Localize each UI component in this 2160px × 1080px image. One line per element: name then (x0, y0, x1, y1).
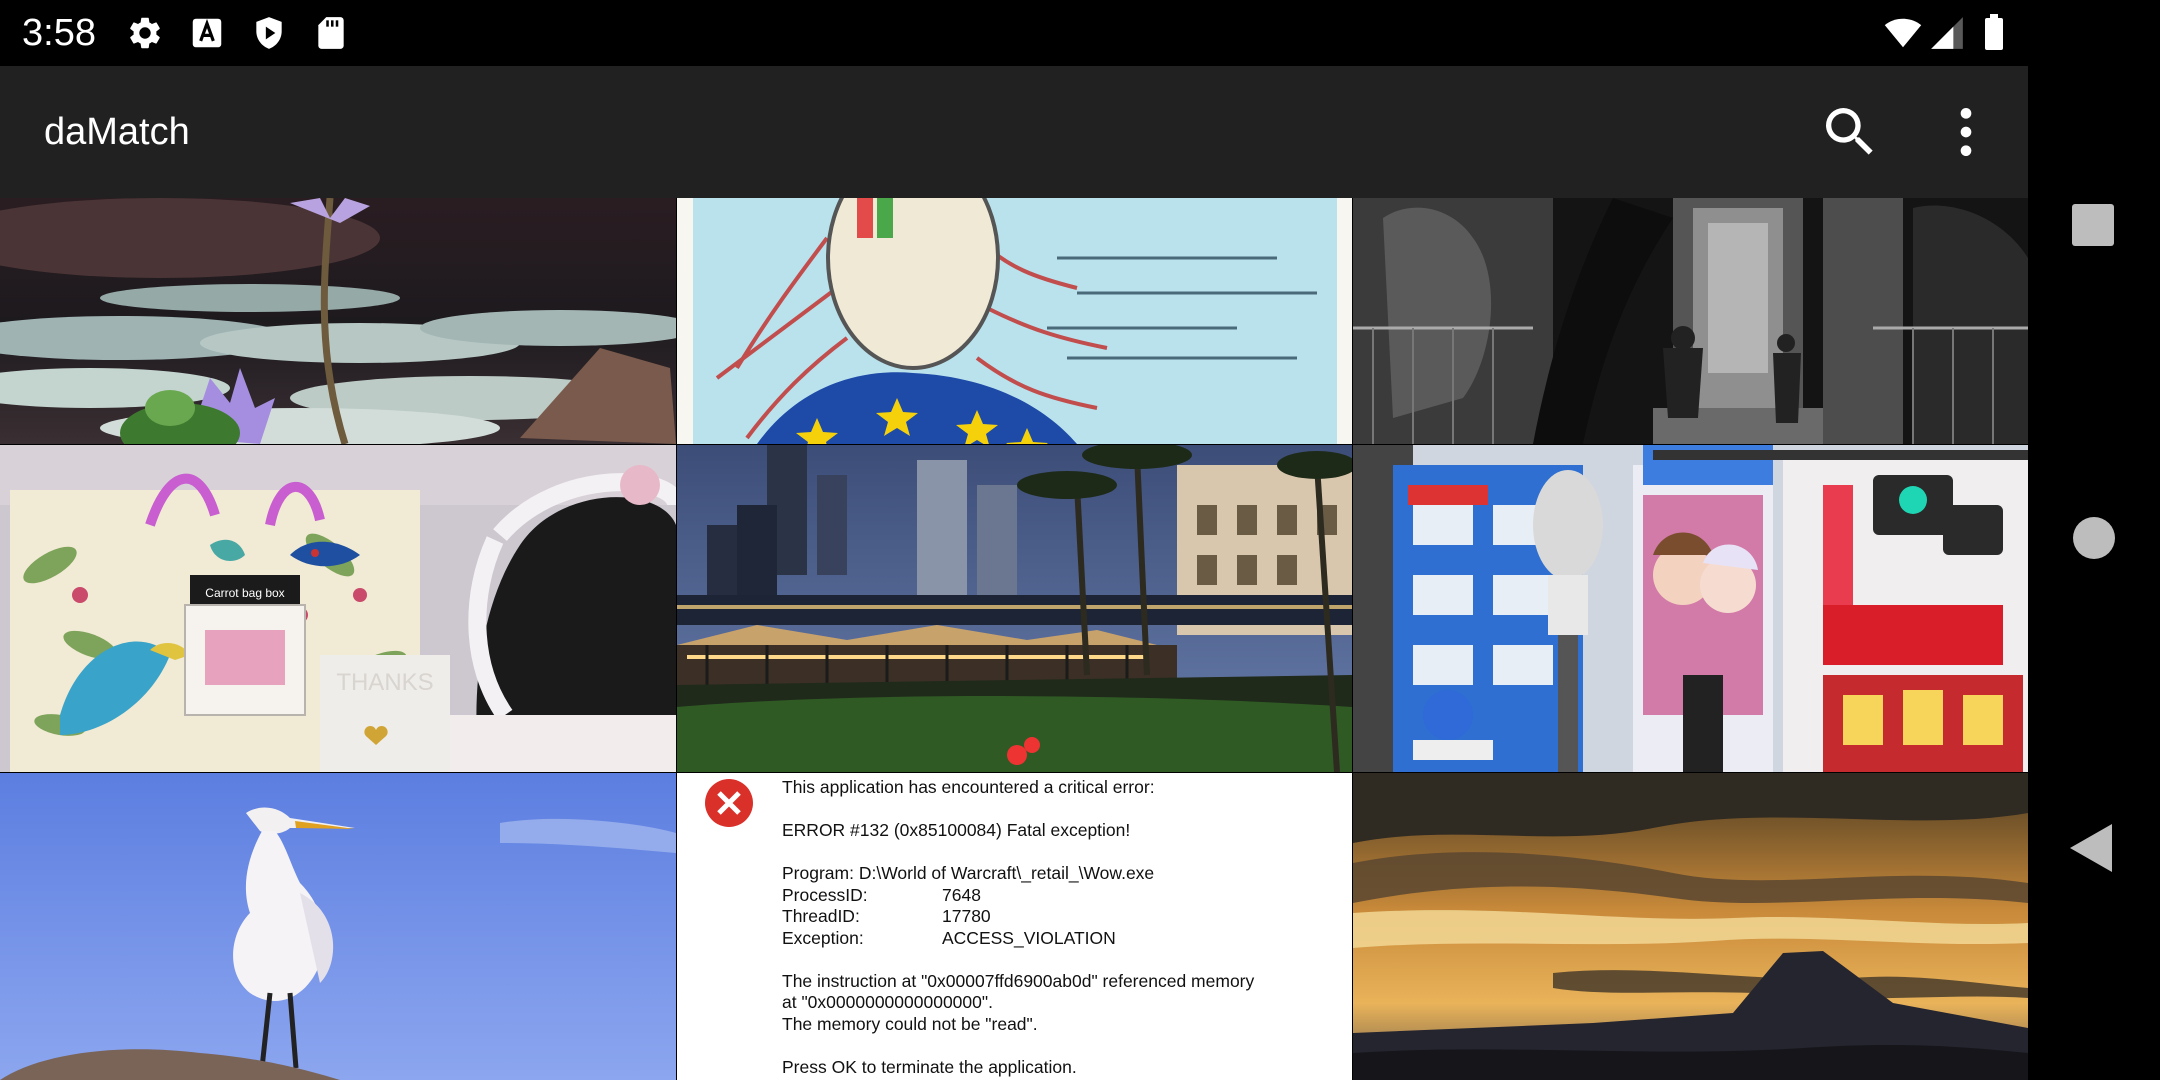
back-triangle-icon[interactable] (2068, 822, 2114, 874)
status-time: 3:58 (22, 12, 96, 54)
error-instruction-1: The instruction at "0x00007ffd6900ab0d" … (782, 970, 1255, 991)
app-bar: daMatch (0, 66, 2028, 198)
thanks-card-label: THANKS (336, 669, 433, 696)
error-x-icon (704, 778, 754, 828)
error-instruction-2: at "0x0000000000000000". (782, 992, 993, 1012)
battery-icon (1976, 14, 2012, 52)
gift-card-label: Carrot bag box (205, 586, 284, 600)
grid-tile-night-city[interactable] (677, 445, 1352, 772)
search-icon[interactable] (1818, 100, 1882, 164)
grid-tile-gift-bag[interactable]: Carrot bag box THANKS (0, 445, 676, 772)
grid-tile-mountain-sunset[interactable] (1353, 773, 2028, 1080)
overflow-menu-icon[interactable] (1934, 100, 1998, 164)
error-process-label: ProcessID: (782, 884, 868, 905)
error-footer: Press OK to terminate the application. (782, 1056, 1077, 1077)
screen: 3:58 daMatch Carrot bag box THANKS This … (0, 0, 2160, 1080)
error-instruction-3: The memory could not be "read". (782, 1013, 1038, 1034)
gear-icon (126, 14, 164, 52)
error-process-row: ProcessID: 7648 (782, 885, 1254, 907)
error-thread-value: 17780 (942, 906, 991, 926)
grid-tile-error-dialog[interactable]: This application has encountered a criti… (677, 773, 1352, 1080)
app-title: daMatch (44, 111, 190, 153)
home-circle-icon[interactable] (2070, 514, 2118, 562)
image-grid: Carrot bag box THANKS This application h… (0, 198, 2028, 1080)
grid-tile-eu-illustration[interactable] (677, 198, 1352, 444)
grid-tile-city-street[interactable] (1353, 445, 2028, 772)
error-thread-label: ThreadID: (782, 906, 860, 926)
play-shield-icon (250, 14, 288, 52)
error-thread-row: ThreadID: 17780 (782, 906, 1254, 928)
error-code: ERROR #132 (0x85100084) Fatal exception! (782, 820, 1131, 840)
error-exception-value: ACCESS_VIOLATION (942, 927, 1116, 948)
grid-tile-bw-street[interactable] (1353, 198, 2028, 444)
cell-signal-icon (1928, 14, 1966, 52)
status-bar: 3:58 (0, 0, 2028, 66)
error-program: Program: D:\World of Warcraft\_retail_\W… (782, 863, 1155, 883)
grid-tile-water-lily[interactable] (0, 198, 676, 444)
navigation-bar (2028, 0, 2160, 1080)
error-headline: This application has encountered a criti… (782, 777, 1155, 797)
error-dialog-text: This application has encountered a criti… (782, 777, 1254, 1078)
wifi-icon (1884, 14, 1922, 52)
error-exception-label: Exception: (782, 927, 864, 948)
sd-card-icon (312, 14, 350, 52)
grid-tile-egret[interactable] (0, 773, 676, 1080)
error-exception-row: Exception: ACCESS_VIOLATION (782, 928, 1254, 950)
a-box-icon (188, 14, 226, 52)
recents-square-icon[interactable] (2070, 202, 2116, 248)
error-process-value: 7648 (942, 884, 981, 905)
